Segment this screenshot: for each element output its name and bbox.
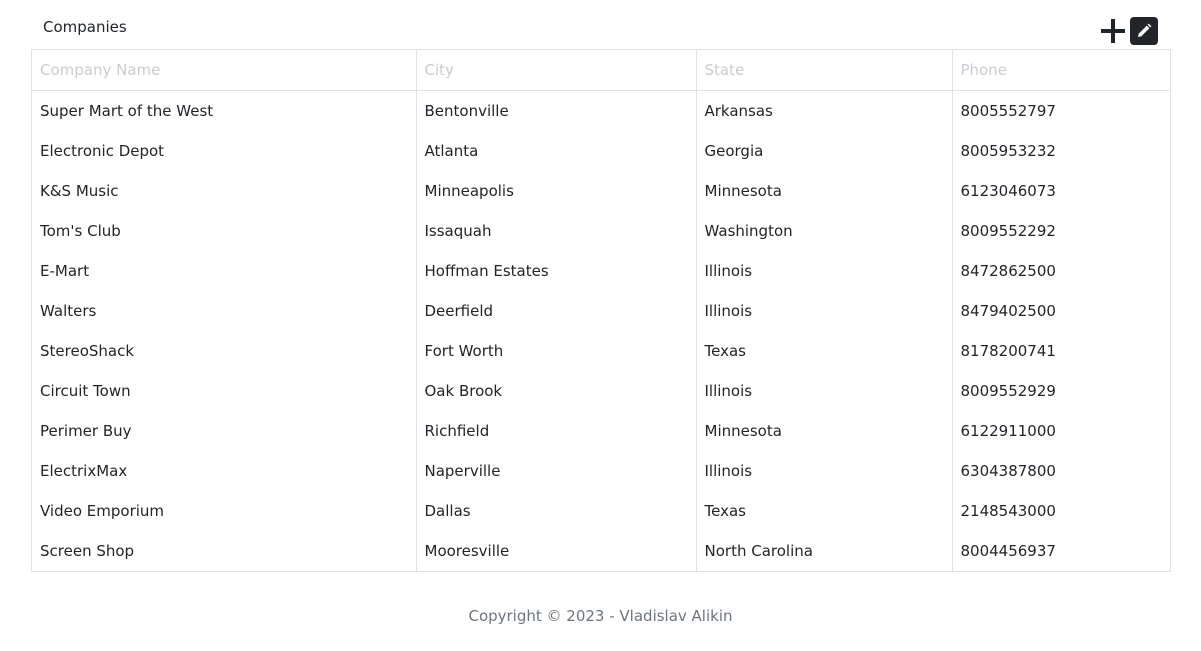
cell-phone: 8005953232: [960, 142, 1056, 160]
cell-company-name: Tom's Club: [32, 211, 417, 251]
pencil-icon: [1138, 23, 1152, 37]
plus-icon: [1100, 19, 1125, 43]
cell-state: Texas: [696, 331, 953, 371]
edit-company-button[interactable]: [1130, 17, 1158, 45]
cell-city: Bentonville: [416, 90, 697, 131]
page-title: Companies: [43, 18, 127, 36]
cell-city: Dallas: [416, 491, 697, 531]
table-row[interactable]: E-Mart Hoffman Estates Illinois 8472862500: [32, 251, 1170, 291]
cell-company-name: Super Mart of the West: [32, 90, 417, 131]
copyright-footer: Copyright © 2023 - Vladislav Alikin: [468, 607, 733, 625]
table-row[interactable]: Super Mart of the West Bentonville Arkansa…: [32, 90, 1170, 131]
cell-state: Illinois: [696, 371, 953, 411]
cell-state: Georgia: [696, 131, 953, 171]
column-header-company-name[interactable]: Company Name: [32, 50, 417, 91]
cell-phone: 6304387800: [960, 462, 1056, 480]
table-row[interactable]: StereoShack Fort Worth Texas 8178200741: [32, 331, 1170, 371]
cell-state: Arkansas: [696, 90, 953, 131]
companies-table: Company Name City State Phone Super Mart…: [31, 49, 1171, 572]
cell-city: Fort Worth: [416, 331, 697, 371]
table-row[interactable]: Tom's Club Issaquah Washington 8009552292: [32, 211, 1170, 251]
cell-city: Hoffman Estates: [416, 251, 697, 291]
table-row[interactable]: Walters Deerfield Illinois 8479402500: [32, 291, 1170, 331]
cell-state: Minnesota: [696, 411, 953, 451]
table-header-row: Company Name City State Phone: [32, 50, 1170, 91]
table-row[interactable]: Electronic Depot Atlanta Georgia 8005953232: [32, 131, 1170, 171]
table-row[interactable]: K&S Music Minneapolis Minnesota 6123046073: [32, 171, 1170, 211]
cell-city: Mooresville: [416, 531, 697, 571]
cell-company-name: E-Mart: [32, 251, 417, 291]
companies-page: Companies Company Name City State Phone …: [0, 0, 1201, 651]
cell-company-name: Screen Shop: [32, 531, 417, 571]
cell-phone: 6122911000: [960, 422, 1056, 440]
column-header-phone[interactable]: Phone: [952, 50, 1170, 91]
cell-state: Illinois: [696, 451, 953, 491]
cell-state: Minnesota: [696, 171, 953, 211]
table-row[interactable]: Screen Shop Mooresville North Carolina 8004…: [32, 531, 1170, 571]
add-company-button[interactable]: [1098, 17, 1127, 45]
cell-phone: 8178200741: [960, 342, 1056, 360]
column-header-city[interactable]: City: [416, 50, 697, 91]
table-row[interactable]: Circuit Town Oak Brook Illinois 8009552929: [32, 371, 1170, 411]
cell-company-name: Circuit Town: [32, 371, 417, 411]
cell-city: Issaquah: [416, 211, 697, 251]
cell-phone: 2148543000: [960, 502, 1056, 520]
cell-company-name: ElectrixMax: [32, 451, 417, 491]
cell-company-name: Perimer Buy: [32, 411, 417, 451]
cell-phone: 8004456937: [960, 542, 1056, 560]
cell-phone: 8005552797: [960, 102, 1056, 120]
table-body: Super Mart of the West Bentonville Arkansa…: [32, 90, 1170, 571]
table-row[interactable]: ElectrixMax Naperville Illinois 6304387800: [32, 451, 1170, 491]
cell-state: North Carolina: [696, 531, 953, 571]
toolbar: [1098, 17, 1158, 45]
table-row[interactable]: Video Emporium Dallas Texas 2148543000: [32, 491, 1170, 531]
cell-company-name: K&S Music: [32, 171, 417, 211]
cell-phone: 6123046073: [960, 182, 1056, 200]
cell-company-name: StereoShack: [32, 331, 417, 371]
column-header-state[interactable]: State: [696, 50, 953, 91]
cell-city: Naperville: [416, 451, 697, 491]
cell-state: Illinois: [696, 251, 953, 291]
cell-company-name: Walters: [32, 291, 417, 331]
cell-phone: 8479402500: [960, 302, 1056, 320]
cell-state: Washington: [696, 211, 953, 251]
cell-city: Oak Brook: [416, 371, 697, 411]
cell-state: Texas: [696, 491, 953, 531]
table-row[interactable]: Perimer Buy Richfield Minnesota 6122911000: [32, 411, 1170, 451]
cell-city: Richfield: [416, 411, 697, 451]
cell-city: Atlanta: [416, 131, 697, 171]
cell-state: Illinois: [696, 291, 953, 331]
cell-city: Minneapolis: [416, 171, 697, 211]
cell-phone: 8009552292: [960, 222, 1056, 240]
cell-phone: 8009552929: [960, 382, 1056, 400]
cell-company-name: Video Emporium: [32, 491, 417, 531]
cell-phone: 8472862500: [960, 262, 1056, 280]
cell-company-name: Electronic Depot: [32, 131, 417, 171]
cell-city: Deerfield: [416, 291, 697, 331]
